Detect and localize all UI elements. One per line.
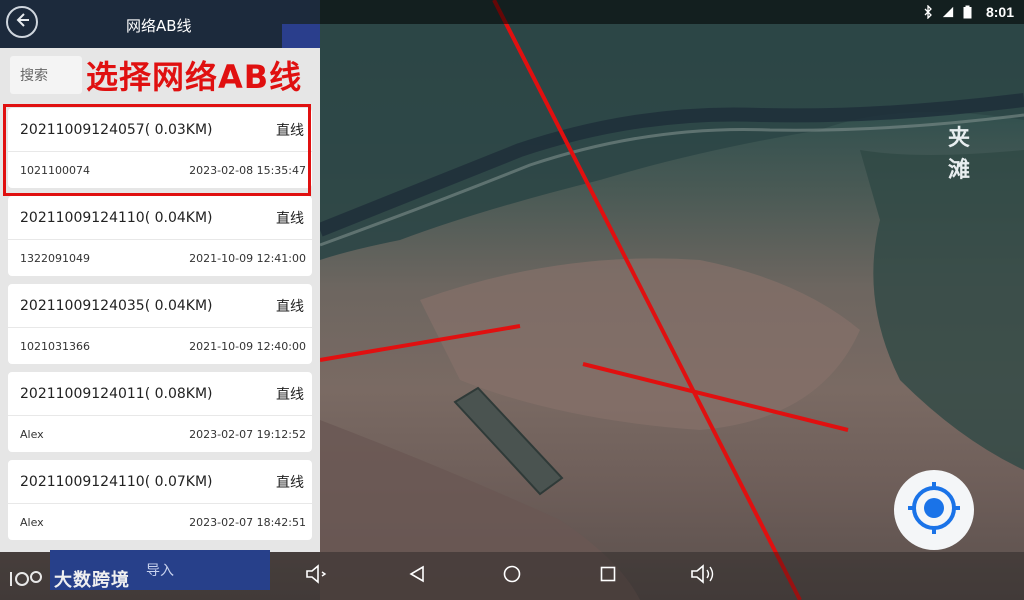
header-tab[interactable] <box>282 24 320 48</box>
nav-home-button[interactable] <box>497 562 527 590</box>
line-name: 20211009124110( 0.07KM) <box>20 473 213 490</box>
watermark-text: 大数跨境 <box>54 570 130 591</box>
annotation-label: 选择网络AB线 <box>86 58 303 96</box>
line-date: 2021-10-09 12:40:00 <box>189 339 306 353</box>
list-item[interactable]: 20211009124011( 0.08KM) 直线 Alex 2023-02-07… <box>8 372 312 452</box>
line-user: 1322091049 <box>20 251 90 265</box>
watermark-logo-icon <box>10 571 42 586</box>
ab-line-3 <box>582 362 849 432</box>
signal-icon <box>942 5 954 19</box>
locate-icon <box>904 478 964 542</box>
bluetooth-icon <box>922 5 934 19</box>
volume-up-icon <box>689 563 717 589</box>
line-date: 2023-02-07 18:42:51 <box>189 515 306 529</box>
line-name: 20211009124011( 0.08KM) <box>20 385 213 402</box>
map-place-label: 夹 滩 <box>948 126 1001 183</box>
line-date: 2023-02-07 19:12:52 <box>189 427 306 441</box>
home-circle-icon <box>502 564 522 588</box>
battery-icon <box>962 5 974 19</box>
line-type: 直线 <box>276 474 304 491</box>
back-button[interactable] <box>6 6 38 38</box>
ab-line-2 <box>319 324 521 362</box>
line-type: 直线 <box>276 298 304 315</box>
watermark: 大数跨境 <box>8 566 130 592</box>
status-bar: 8:01 <box>280 0 1024 24</box>
volume-up-button[interactable] <box>688 562 718 590</box>
clock: 8:01 <box>985 4 1014 20</box>
search-input[interactable]: 搜索 <box>10 56 82 94</box>
line-user: 1021031366 <box>20 339 90 353</box>
back-icon <box>13 11 31 33</box>
locate-button[interactable] <box>894 470 974 550</box>
line-user: Alex <box>20 515 44 529</box>
line-name: 20211009124110( 0.04KM) <box>20 209 213 226</box>
line-name: 20211009124035( 0.04KM) <box>20 297 213 314</box>
recents-square-icon <box>599 565 617 587</box>
list-item[interactable]: 20211009124110( 0.04KM) 直线 1322091049 2021… <box>8 196 312 276</box>
list-item[interactable]: 20211009124035( 0.04KM) 直线 1021031366 2021… <box>8 284 312 364</box>
line-type: 直线 <box>276 210 304 227</box>
nav-back-button[interactable] <box>402 562 432 590</box>
volume-down-button[interactable] <box>302 562 332 590</box>
back-triangle-icon <box>407 564 427 588</box>
line-user: Alex <box>20 427 44 441</box>
nav-recents-button[interactable] <box>593 562 623 590</box>
ab-line-panel: 网络AB线 搜索 选择网络AB线 20211009124057( 0.03KM)… <box>0 0 320 552</box>
panel-header: 网络AB线 <box>0 0 320 48</box>
selection-highlight-box <box>3 104 311 196</box>
line-date: 2021-10-09 12:41:00 <box>189 251 306 265</box>
line-type: 直线 <box>276 386 304 403</box>
ab-line-1 <box>492 0 802 600</box>
volume-down-icon <box>304 563 330 589</box>
page-title: 网络AB线 <box>126 17 192 35</box>
list-item[interactable]: 20211009124110( 0.07KM) 直线 Alex 2023-02-07… <box>8 460 312 540</box>
